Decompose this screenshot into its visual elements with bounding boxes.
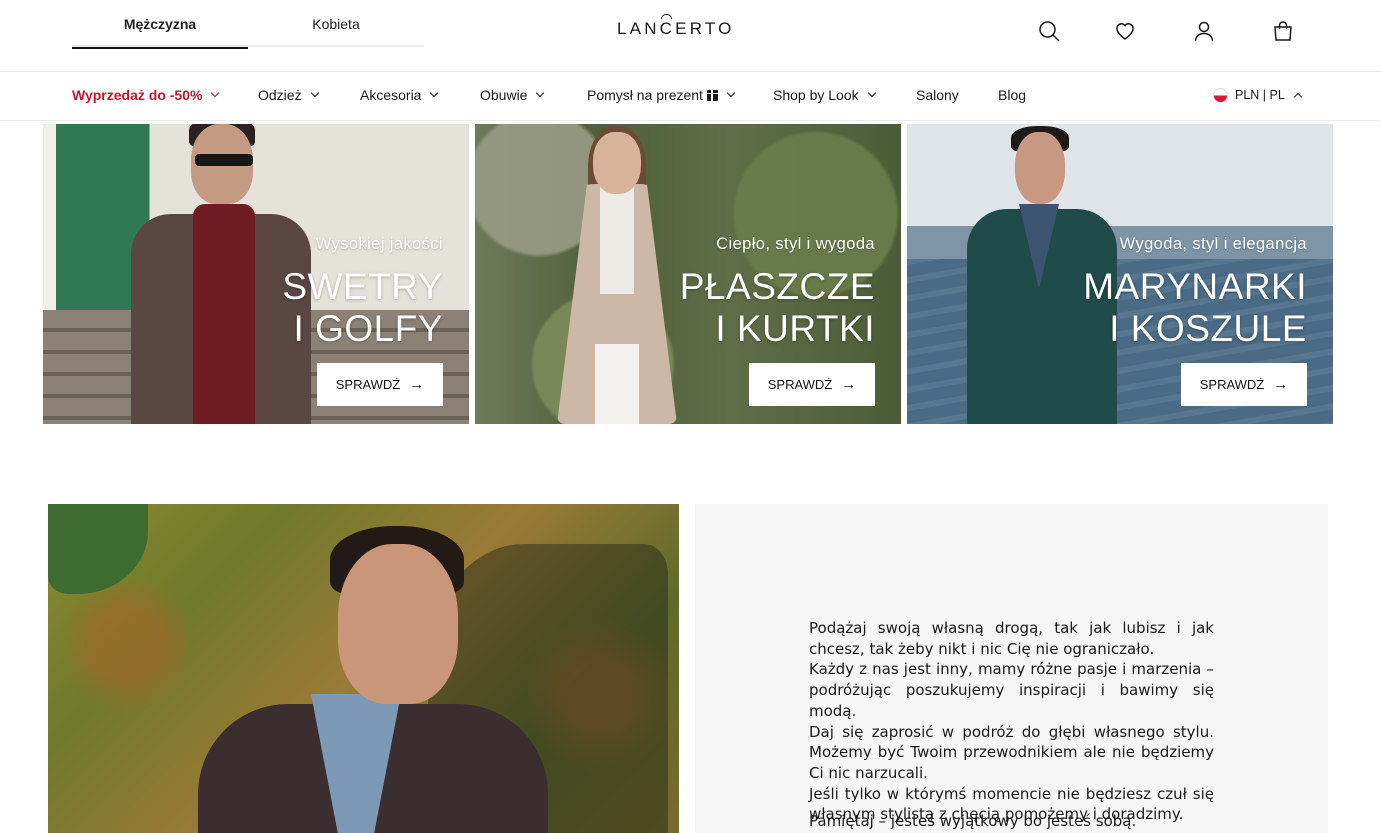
arrow-right-icon: → [409,376,425,393]
story-paragraph: Daj się zaprosić w podróż do głębi własn… [809,722,1214,782]
user-icon[interactable] [1191,18,1217,44]
chevron-down-icon [430,88,439,98]
tab-men-label: Mężczyzna [123,15,197,32]
story-photo [48,504,679,833]
tab-men[interactable]: Mężczyzna [72,0,248,49]
banner-cta-label: SPRAWDŹ [1199,377,1265,392]
nav-item-gift-ideas-label: Pomysł na prezent [587,87,703,103]
banner-tagline: Wysokiej jakości [315,235,443,253]
locale-label: PLN | PL [1235,88,1285,102]
banner-cta-label: SPRAWDŹ [767,377,833,392]
poland-flag-icon [1213,87,1228,103]
banner-heading-line1: SWETRY [282,266,443,307]
tab-women[interactable]: Kobieta [248,0,424,47]
banner-tagline: Ciepło, styl i wygoda [716,235,875,253]
nav-item-shoes-label: Obuwie [480,87,528,103]
gift-icon [705,89,719,101]
banner-coats[interactable]: Ciepło, styl i wygoda PŁASZCZE I KURTKI … [475,124,901,424]
nav-item-shoes[interactable]: Obuwie [480,72,545,118]
nav-item-gift-ideas[interactable]: Pomysł na prezent [587,72,736,118]
story-closing: Pamiętaj – jesteś wyjątkowy bo jesteś so… [809,812,1137,830]
cart-icon[interactable] [1270,18,1296,44]
nav-item-shop-by-look-label: Shop by Look [773,87,859,103]
nav-item-shop-by-look[interactable]: Shop by Look [773,72,876,118]
logo-text-part1: LAN [617,19,660,38]
story-body: Podążaj swoją własną drogą, tak jak lubi… [809,618,1214,825]
nav-item-sale[interactable]: Wyprzedaż do -50% [72,72,220,118]
locale-selector[interactable]: PLN | PL [1213,72,1303,118]
chevron-down-icon [726,88,736,98]
nav-item-stores-label: Salony [916,87,959,103]
chevron-up-icon [1293,92,1303,101]
nav-item-accessories-label: Akcesoria [360,87,422,103]
banner-heading-line2: I KURTKI [715,308,875,349]
banner-heading-line1: PŁASZCZE [679,266,875,307]
banner-heading-line1: MARYNARKI [1083,266,1307,307]
banner-heading: MARYNARKI I KOSZULE [1083,266,1307,350]
banner-cta-button[interactable]: SPRAWDŹ → [1181,363,1307,406]
gender-tabs: Mężczyzna Kobieta [72,0,424,49]
search-icon[interactable] [1036,18,1062,44]
banner-heading-line2: I GOLFY [293,308,443,349]
banner-cta-button[interactable]: SPRAWDŹ → [317,363,443,406]
arrow-right-icon: → [841,376,857,393]
top-header: Mężczyzna Kobieta LAN C ERTO [0,0,1381,72]
logo[interactable]: LAN C ERTO [617,14,735,41]
story-text-panel: Podążaj swoją własną drogą, tak jak lubi… [695,504,1328,833]
banner-heading: SWETRY I GOLFY [282,266,443,350]
logo-c-letter: C [659,14,676,38]
banner-blazers[interactable]: Wygoda, styl i elegancja MARYNARKI I KOS… [907,124,1333,424]
banner-cta-label: SPRAWDŹ [335,377,401,392]
story-paragraph: Każdy z nas jest inny, mamy różne pasje … [809,660,1214,720]
heart-icon[interactable] [1112,18,1138,44]
chevron-down-icon [211,88,220,98]
arrow-right-icon: → [1273,376,1289,393]
nav-item-clothing-label: Odzież [258,87,302,103]
banner-tagline: Wygoda, styl i elegancja [1119,235,1307,253]
tab-women-label: Kobieta [312,15,360,32]
banner-sweaters[interactable]: Wysokiej jakości SWETRY I GOLFY SPRAWDŹ → [43,124,469,424]
nav-item-accessories[interactable]: Akcesoria [360,72,439,118]
nav-item-blog-label: Blog [998,87,1027,103]
chevron-down-icon [536,88,545,98]
banner-heading: PŁASZCZE I KURTKI [680,266,875,350]
nav-item-stores[interactable]: Salony [916,72,959,118]
main-nav: Wyprzedaż do -50% Odzież Akcesoria Obuwi… [0,72,1381,121]
header-icons [1036,18,1296,44]
banner-cta-button[interactable]: SPRAWDŹ → [749,363,875,406]
story-paragraph: Podążaj swoją własną drogą, tak jak lubi… [809,619,1214,658]
chevron-down-icon [867,88,876,98]
nav-item-clothing[interactable]: Odzież [258,72,319,118]
nav-item-sale-label: Wyprzedaż do -50% [72,87,203,103]
chevron-down-icon [310,88,319,98]
logo-text-part2: ERTO [675,19,735,38]
banner-heading-line2: I KOSZULE [1109,308,1307,349]
nav-item-blog[interactable]: Blog [998,72,1026,118]
